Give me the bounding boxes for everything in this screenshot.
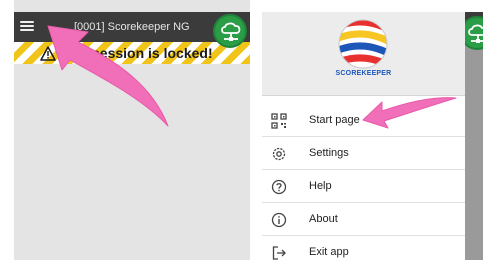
menu-item-label: Start page [309,114,360,126]
hamburger-menu-icon[interactable] [20,19,34,35]
menu-item-exit-app[interactable]: Exit app [262,237,465,260]
menu-item-settings[interactable]: Settings [262,138,465,170]
cloud-network-icon [468,24,483,43]
menu-item-help[interactable]: Help [262,171,465,203]
exit-icon [272,246,286,260]
cloud-network-icon [221,22,241,41]
logo-text: SCOREKEEPER [335,70,392,77]
info-circle-icon [271,212,287,228]
qr-code-icon [271,113,287,129]
help-circle-icon [271,179,287,195]
menu-item-label: About [309,213,338,225]
left-screen: [0001] Scorekeeper NG session is locked! [14,0,250,260]
menu-item-label: Exit app [309,246,349,258]
navigation-drawer: SCOREKEEPER Start page Settings Help Abo… [262,12,465,260]
locked-message: session is locked! [92,45,213,61]
cloud-sync-button[interactable] [213,14,247,48]
menu-item-about[interactable]: About [262,204,465,236]
right-screen: SCOREKEEPER Start page Settings Help Abo… [262,12,483,260]
drawer-header: SCOREKEEPER [262,12,465,96]
warning-triangle-icon [40,46,56,61]
gear-icon [272,147,286,161]
menu-item-start-page[interactable]: Start page [262,105,465,137]
locked-banner: session is locked! [14,42,250,64]
menu-item-label: Settings [309,147,349,159]
scorekeeper-logo [338,19,388,69]
app-title: [0001] Scorekeeper NG [74,21,190,33]
menu-item-label: Help [309,180,332,192]
